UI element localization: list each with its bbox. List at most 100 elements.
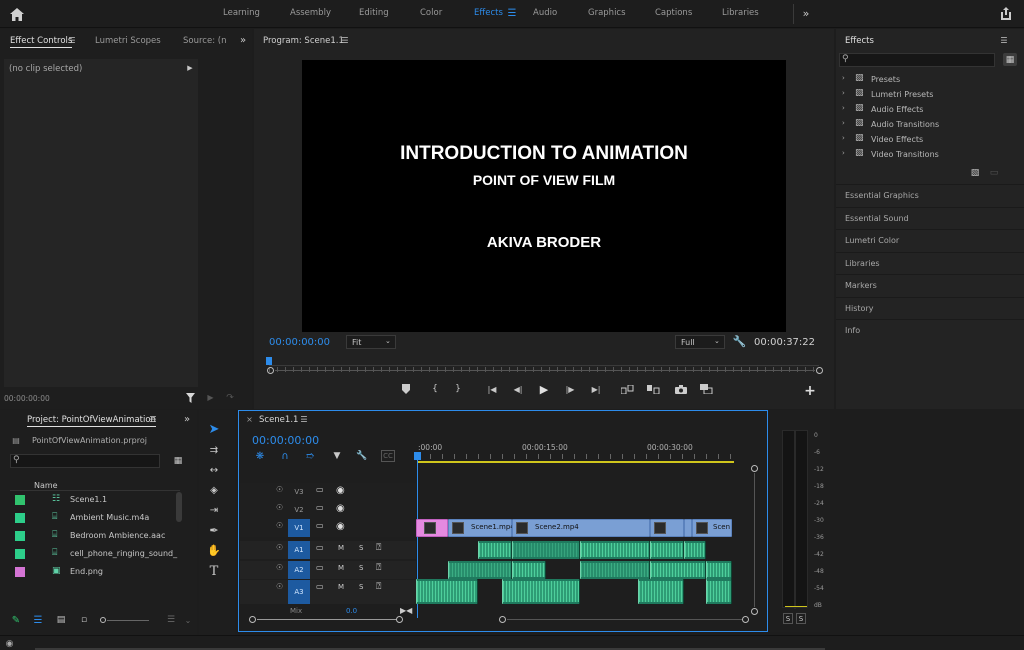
overflow-chevron-icon[interactable]: » — [800, 6, 812, 20]
wrench-icon[interactable]: 🔧 — [733, 335, 747, 348]
eye-icon[interactable]: ◉ — [336, 521, 345, 532]
track-select-tool-icon[interactable]: ⇉ — [205, 442, 223, 458]
add-marker-icon[interactable] — [400, 383, 412, 395]
bin-icon[interactable]: ▦ — [172, 455, 184, 467]
effects-folder-item[interactable]: › ▧ Lumetri Presets — [842, 88, 1012, 102]
project-item[interactable]: ☷ Scene1.1 — [10, 492, 175, 509]
overflow-chevron-icon[interactable]: » — [238, 34, 248, 46]
audio-clip[interactable] — [580, 541, 650, 559]
comparison-view-icon[interactable] — [699, 383, 713, 395]
add-button-icon[interactable]: + — [803, 383, 817, 399]
panel-menu-icon[interactable]: ☰ — [999, 35, 1009, 45]
add-marker-icon[interactable]: ▼ — [331, 450, 343, 462]
sync-icon[interactable]: ▭ — [316, 582, 324, 591]
panel-menu-icon[interactable]: ☰ — [67, 35, 77, 45]
label-color-swatch[interactable] — [15, 495, 25, 505]
effects-section[interactable]: History — [836, 296, 1024, 319]
mute-button[interactable]: M — [338, 544, 344, 552]
label-color-swatch[interactable] — [15, 567, 25, 577]
project-title[interactable]: Project: PointOfViewAnimation — [27, 415, 156, 427]
sort-icon[interactable]: ☰ — [165, 614, 177, 626]
track-label[interactable]: A1 — [288, 541, 310, 559]
track-label[interactable]: A2 — [288, 561, 310, 579]
share-icon[interactable] — [998, 5, 1014, 21]
microphone-icon[interactable]: ⍰ — [376, 543, 381, 553]
close-icon[interactable]: × — [245, 415, 254, 424]
video-clip[interactable]: Scen — [692, 519, 732, 537]
fit-dropdown[interactable]: Fit ⌄ — [346, 335, 396, 349]
step-forward-icon[interactable]: |▶ — [563, 383, 577, 395]
wrench-icon[interactable]: 🔧 — [356, 450, 368, 462]
razor-tool-icon[interactable]: ◈ — [205, 482, 223, 498]
overflow-chevron-icon[interactable]: » — [182, 413, 192, 425]
effects-folder-item[interactable]: › ▧ Presets — [842, 73, 1012, 87]
camera-icon[interactable] — [674, 383, 688, 395]
panel-menu-icon[interactable]: ☰ — [148, 414, 158, 424]
project-item[interactable]: ⌸ cell_phone_ringing_sound_ — [10, 546, 177, 563]
lock-icon[interactable]: ☉ — [276, 582, 283, 591]
pen-tool-icon[interactable]: ✒ — [205, 522, 223, 538]
effects-section[interactable]: Lumetri Color — [836, 229, 1024, 251]
eye-icon[interactable]: ◉ — [336, 485, 345, 496]
project-search-input[interactable]: ⚲ — [10, 454, 160, 468]
lock-icon[interactable]: ☉ — [276, 543, 283, 552]
graphic-clip[interactable] — [416, 519, 448, 537]
solo-button[interactable]: S — [359, 544, 363, 552]
snap-icon[interactable]: ∩ — [279, 450, 291, 462]
sequence-tab[interactable]: Scene1.1 — [259, 415, 298, 425]
playhead-marker[interactable] — [266, 357, 272, 365]
workspace-learning[interactable]: Learning — [223, 8, 260, 18]
lock-icon[interactable]: ☉ — [276, 563, 283, 572]
track-label[interactable]: A3 — [288, 580, 310, 604]
video-clip[interactable]: Scene1.mp4 — [448, 519, 515, 537]
effects-folder-item[interactable]: › ▧ Audio Transitions — [842, 118, 1012, 132]
lock-icon[interactable]: ☉ — [276, 485, 283, 494]
audio-clip[interactable] — [650, 541, 684, 559]
video-clip[interactable] — [684, 519, 692, 537]
effects-search-input[interactable]: ⚲ — [839, 53, 995, 67]
trash-icon[interactable]: ▭ — [988, 168, 1000, 178]
sync-icon[interactable]: ▭ — [316, 521, 324, 530]
project-item[interactable]: ⌸ Ambient Music.m4a — [10, 510, 175, 527]
effects-section[interactable]: Info — [836, 319, 1024, 341]
audio-clip[interactable] — [448, 561, 512, 579]
folder-icon[interactable]: ▧ — [969, 168, 981, 178]
linked-selection-icon[interactable]: ➱ — [304, 450, 316, 462]
effects-section[interactable]: Libraries — [836, 251, 1024, 274]
new-bin-icon[interactable]: ▦ — [1003, 53, 1017, 66]
panel-menu-icon[interactable]: ☰ — [299, 414, 309, 424]
effects-section[interactable]: Essential Graphics — [836, 184, 1024, 206]
audio-clip[interactable] — [580, 561, 650, 579]
sync-icon[interactable]: ▭ — [316, 485, 324, 494]
workspace-color[interactable]: Color — [420, 8, 442, 18]
pencil-icon[interactable]: ✎ — [10, 614, 22, 626]
program-viewer[interactable]: INTRODUCTION TO ANIMATION POINT OF VIEW … — [302, 60, 786, 332]
slip-tool-icon[interactable]: ⇥ — [205, 502, 223, 518]
list-view-icon[interactable]: ☰ — [32, 614, 44, 626]
workspace-graphics[interactable]: Graphics — [588, 8, 626, 18]
workspace-audio[interactable]: Audio — [533, 8, 557, 18]
effects-folder-item[interactable]: › ▧ Audio Effects — [842, 103, 1012, 117]
workspace-menu-icon[interactable]: ☰ — [506, 7, 518, 19]
ripple-edit-tool-icon[interactable]: ↔ — [205, 462, 223, 478]
freeform-view-icon[interactable]: ▫ — [78, 614, 90, 626]
status-icon[interactable]: ◉ — [4, 638, 15, 649]
chevron-down-icon[interactable]: ⌄ — [183, 614, 193, 626]
program-timecode[interactable]: 00:00:00:00 — [269, 337, 330, 348]
sync-icon[interactable]: ▭ — [316, 503, 324, 512]
project-scrollbar[interactable] — [176, 492, 182, 522]
sync-icon[interactable]: ▭ — [316, 543, 324, 552]
project-item[interactable]: ▣ End.png — [10, 564, 175, 581]
export-icon[interactable]: ↷ — [224, 392, 236, 403]
workspace-effects[interactable]: Effects — [474, 8, 503, 18]
effects-folder-item[interactable]: › ▧ Video Effects — [842, 133, 1012, 147]
tab-effect-controls[interactable]: Effect Controls — [10, 36, 73, 48]
workspace-captions[interactable]: Captions — [655, 8, 692, 18]
label-color-swatch[interactable] — [15, 531, 25, 541]
filter-icon[interactable] — [185, 392, 196, 403]
audio-clip[interactable] — [416, 579, 478, 604]
nest-icon[interactable]: ❋ — [254, 450, 266, 462]
track-label[interactable]: V1 — [288, 519, 310, 537]
audio-clip[interactable] — [512, 561, 546, 579]
solo-button[interactable]: S — [359, 583, 363, 591]
